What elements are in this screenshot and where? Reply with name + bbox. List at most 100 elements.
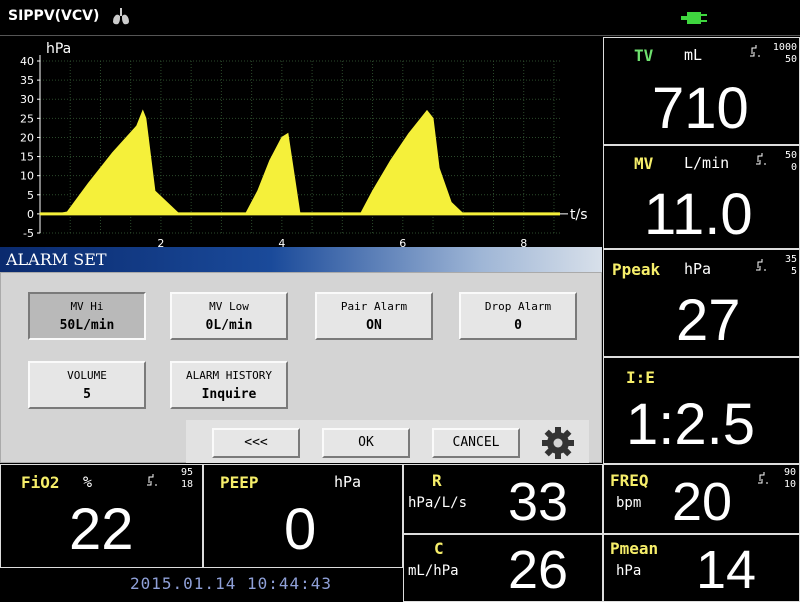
freq-panel[interactable]: FREQ bpm 20 90 10 — [603, 464, 800, 534]
mv-panel[interactable]: MV L/min 50 0 11.0 — [603, 145, 800, 249]
ppeak-high-limit: 35 — [784, 254, 797, 265]
ie-label: I:E — [626, 368, 655, 387]
ok-button[interactable]: OK — [322, 428, 410, 458]
peep-label: PEEP — [220, 473, 259, 492]
c-label: C — [434, 539, 444, 558]
y-tick-label: 30 — [20, 93, 34, 106]
pmean-unit: hPa — [616, 563, 642, 579]
ventilation-mode[interactable]: SIPPV(VCV) — [8, 8, 99, 24]
x-tick-label: 6 — [399, 237, 406, 247]
mv-label: MV — [634, 154, 654, 173]
pressure-waveform-area — [39, 109, 555, 215]
drop-alarm-label: Drop Alarm — [484, 300, 552, 313]
pair-alarm-label: Pair Alarm — [340, 300, 408, 313]
r-value: 33 — [508, 472, 569, 532]
y-tick-label: 20 — [20, 131, 34, 144]
drop-alarm-value: 0 — [514, 318, 522, 333]
y-tick-label: 40 — [20, 55, 34, 68]
mv-hi-value: 50L/min — [59, 318, 115, 333]
alarm-history-label: ALARM HISTORY — [185, 369, 273, 382]
fio2-panel[interactable]: FiO2 % 95 18 22 — [0, 464, 203, 568]
r-panel[interactable]: R hPa/L/s 33 — [403, 464, 603, 534]
mv-low-button[interactable]: MV Low 0L/min — [170, 292, 288, 340]
alarm-limit-icon — [758, 472, 768, 484]
peep-value: 0 — [284, 497, 317, 562]
tv-high-limit: 1000 — [772, 42, 797, 53]
lungs-icon — [113, 8, 129, 25]
plug-icon — [681, 12, 707, 24]
c-value: 26 — [508, 540, 569, 600]
drop-alarm-button[interactable]: Drop Alarm 0 — [459, 292, 577, 340]
x-tick-label: 2 — [157, 237, 164, 247]
ppeak-label: Ppeak — [612, 260, 661, 279]
ie-value: 1:2.5 — [626, 392, 755, 457]
freq-unit: bpm — [616, 495, 642, 511]
mv-value: 11.0 — [644, 182, 753, 247]
c-panel[interactable]: C mL/hPa 26 — [403, 534, 603, 602]
ppeak-unit: hPa — [684, 260, 712, 278]
y-tick-label: 35 — [20, 74, 34, 87]
ppeak-value: 27 — [676, 288, 741, 353]
ppeak-panel[interactable]: Ppeak hPa 35 5 27 — [603, 249, 800, 357]
y-tick-label: 10 — [20, 170, 34, 183]
freq-label: FREQ — [610, 471, 649, 490]
r-unit: hPa/L/s — [408, 495, 468, 511]
y-tick-label: 5 — [27, 189, 34, 202]
r-label: R — [432, 471, 442, 490]
y-tick-label: -5 — [23, 227, 34, 240]
alarm-history-button[interactable]: ALARM HISTORY Inquire — [170, 361, 288, 409]
alarm-limit-icon — [756, 259, 766, 271]
tv-value: 710 — [652, 76, 749, 141]
fio2-value: 22 — [69, 497, 134, 562]
mv-hi-button[interactable]: MV Hi 50L/min — [28, 292, 146, 340]
datetime: 2015.01.14 10:44:43 — [130, 574, 333, 593]
mv-hi-label: MV Hi — [70, 300, 104, 313]
mv-low-limit: 0 — [790, 162, 797, 173]
volume-label: VOLUME — [67, 369, 107, 382]
volume-value: 5 — [83, 387, 91, 402]
tv-low-limit: 50 — [784, 54, 797, 65]
alarm-history-value: Inquire — [201, 387, 257, 402]
freq-low-limit: 10 — [783, 479, 796, 490]
tv-label: TV — [634, 46, 654, 65]
x-axis-unit: t/s — [570, 207, 588, 223]
alarm-limit-icon — [756, 153, 766, 165]
c-unit: mL/hPa — [408, 563, 459, 579]
x-tick-label: 8 — [520, 237, 527, 247]
pair-alarm-value: ON — [366, 318, 382, 333]
y-tick-label: 25 — [20, 112, 34, 125]
fio2-label: FiO2 — [21, 473, 60, 492]
peep-unit: hPa — [334, 473, 362, 491]
fio2-high-limit: 95 — [180, 467, 193, 478]
mv-low-label: MV Low — [209, 300, 249, 313]
ie-panel[interactable]: I:E 1:2.5 — [603, 357, 800, 464]
y-tick-label: 15 — [20, 151, 34, 164]
alarm-limit-icon — [750, 45, 760, 57]
pmean-panel[interactable]: Pmean hPa 14 — [603, 534, 800, 602]
mv-unit: L/min — [684, 154, 730, 172]
alarm-limit-icon — [147, 474, 157, 486]
y-axis-unit: hPa — [46, 41, 71, 57]
back-button[interactable]: <<< — [212, 428, 300, 458]
peep-panel[interactable]: PEEP hPa 0 — [203, 464, 403, 568]
alarm-set-title: ALARM SET — [0, 247, 602, 272]
fio2-low-limit: 18 — [180, 479, 193, 490]
freq-high-limit: 90 — [783, 467, 796, 478]
gear-icon[interactable] — [538, 424, 578, 462]
mv-high-limit: 50 — [784, 150, 797, 161]
pmean-label: Pmean — [610, 539, 659, 558]
tv-unit: mL — [684, 46, 703, 64]
volume-button[interactable]: VOLUME 5 — [28, 361, 146, 409]
y-tick-label: 0 — [27, 208, 34, 221]
pair-alarm-button[interactable]: Pair Alarm ON — [315, 292, 433, 340]
x-tick-label: 4 — [278, 237, 285, 247]
fio2-unit: % — [83, 473, 93, 491]
pmean-value: 14 — [696, 540, 757, 600]
tv-panel[interactable]: TV mL 1000 50 710 — [603, 37, 800, 145]
top-bar: SIPPV(VCV) — [0, 0, 800, 36]
freq-value: 20 — [672, 472, 733, 532]
ppeak-low-limit: 5 — [790, 266, 797, 277]
mv-low-value: 0L/min — [205, 318, 253, 333]
pressure-waveform-chart: 40 35 30 25 20 15 10 5 0 -5 hPa 2 4 6 8 t/s — [20, 41, 588, 247]
cancel-button[interactable]: CANCEL — [432, 428, 520, 458]
